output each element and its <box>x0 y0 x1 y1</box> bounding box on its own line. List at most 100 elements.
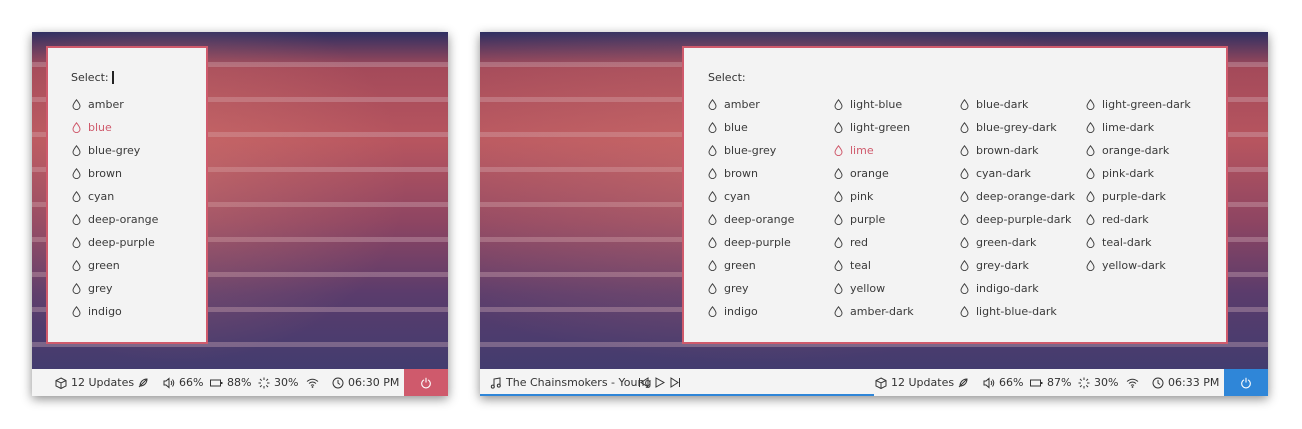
option-label: deep-purple <box>88 236 155 249</box>
option-red-dark[interactable]: red-dark <box>1086 213 1149 226</box>
option-label: amber-dark <box>850 305 914 318</box>
option-label: blue <box>88 121 112 134</box>
option-green[interactable]: green <box>72 259 120 272</box>
option-green-dark[interactable]: green-dark <box>960 236 1036 249</box>
option-orange-dark[interactable]: orange-dark <box>1086 144 1169 157</box>
drop-icon <box>960 145 969 156</box>
option-amber-dark[interactable]: amber-dark <box>834 305 914 318</box>
option-brown[interactable]: brown <box>72 167 122 180</box>
option-deep-purple[interactable]: deep-purple <box>708 236 791 249</box>
wifi-module[interactable] <box>1126 369 1143 396</box>
updates-module[interactable]: 12 Updates <box>875 369 954 396</box>
option-label: cyan <box>88 190 115 203</box>
option-amber[interactable]: amber <box>72 98 124 111</box>
left-status-bar: 12 Updates 66% 88% 30% 06:30 PM <box>32 369 448 396</box>
option-pink-dark[interactable]: pink-dark <box>1086 167 1154 180</box>
option-light-blue-dark[interactable]: light-blue-dark <box>960 305 1057 318</box>
clock-module[interactable]: 06:33 PM <box>1152 369 1219 396</box>
option-brown-dark[interactable]: brown-dark <box>960 144 1039 157</box>
cpu-module[interactable]: 30% <box>1078 369 1118 396</box>
option-blue-grey-dark[interactable]: blue-grey-dark <box>960 121 1057 134</box>
drop-icon <box>834 306 843 317</box>
option-brown[interactable]: brown <box>708 167 758 180</box>
drop-icon <box>708 191 717 202</box>
option-light-green[interactable]: light-green <box>834 121 910 134</box>
battery-module[interactable]: 87% <box>1030 369 1071 396</box>
option-label: deep-purple <box>724 236 791 249</box>
drop-icon <box>72 306 81 317</box>
option-red[interactable]: red <box>834 236 868 249</box>
option-purple-dark[interactable]: purple-dark <box>1086 190 1166 203</box>
clock-module[interactable]: 06:30 PM <box>332 369 399 396</box>
option-green[interactable]: green <box>708 259 756 272</box>
option-deep-orange-dark[interactable]: deep-orange-dark <box>960 190 1075 203</box>
volume-module[interactable]: 66% <box>163 369 203 396</box>
updates-module[interactable]: 12 Updates <box>55 369 134 396</box>
option-indigo-dark[interactable]: indigo-dark <box>960 282 1039 295</box>
drop-icon <box>72 283 81 294</box>
drop-icon <box>960 168 969 179</box>
option-grey-dark[interactable]: grey-dark <box>960 259 1029 272</box>
option-teal[interactable]: teal <box>834 259 871 272</box>
drop-icon <box>834 191 843 202</box>
option-deep-purple[interactable]: deep-purple <box>72 236 155 249</box>
option-indigo[interactable]: indigo <box>72 305 122 318</box>
option-cyan-dark[interactable]: cyan-dark <box>960 167 1031 180</box>
updates-label: 12 Updates <box>71 376 135 389</box>
drop-icon <box>1086 168 1095 179</box>
option-pink[interactable]: pink <box>834 190 873 203</box>
power-button[interactable] <box>404 369 448 396</box>
option-grey[interactable]: grey <box>72 282 113 295</box>
music-note-icon <box>490 376 501 389</box>
option-blue[interactable]: blue <box>72 121 112 134</box>
option-label: blue-grey <box>724 144 777 157</box>
option-purple[interactable]: purple <box>834 213 885 226</box>
option-label: amber <box>724 98 760 111</box>
option-grey[interactable]: grey <box>708 282 749 295</box>
option-blue-dark[interactable]: blue-dark <box>960 98 1028 111</box>
option-amber[interactable]: amber <box>708 98 760 111</box>
power-button[interactable] <box>1224 369 1268 396</box>
music-module[interactable]: The Chainsmokers - Young <box>490 369 651 396</box>
option-lime-dark[interactable]: lime-dark <box>1086 121 1154 134</box>
drop-icon <box>834 99 843 110</box>
select-prompt[interactable]: Select: <box>708 71 746 84</box>
next-icon <box>670 377 680 388</box>
option-label: grey <box>88 282 113 295</box>
play-icon <box>655 377 665 388</box>
option-light-blue[interactable]: light-blue <box>834 98 902 111</box>
option-yellow[interactable]: yellow <box>834 282 885 295</box>
option-blue-grey[interactable]: blue-grey <box>708 144 776 157</box>
power-icon <box>1241 377 1251 388</box>
option-yellow-dark[interactable]: yellow-dark <box>1086 259 1166 272</box>
option-blue-grey[interactable]: blue-grey <box>72 144 140 157</box>
previous-button[interactable] <box>638 369 653 396</box>
play-button[interactable] <box>654 369 669 396</box>
option-cyan[interactable]: cyan <box>72 190 114 203</box>
option-label: red <box>850 236 869 249</box>
cpu-module[interactable]: 30% <box>258 369 298 396</box>
option-cyan[interactable]: cyan <box>708 190 750 203</box>
option-teal-dark[interactable]: teal-dark <box>1086 236 1151 249</box>
option-deep-orange[interactable]: deep-orange <box>72 213 158 226</box>
editor-module[interactable] <box>137 369 153 396</box>
option-blue[interactable]: blue <box>708 121 748 134</box>
package-icon <box>55 376 67 389</box>
option-deep-orange[interactable]: deep-orange <box>708 213 794 226</box>
option-label: indigo <box>724 305 758 318</box>
option-deep-purple-dark[interactable]: deep-purple-dark <box>960 213 1071 226</box>
volume-module[interactable]: 66% <box>983 369 1023 396</box>
option-indigo[interactable]: indigo <box>708 305 758 318</box>
drop-icon <box>1086 260 1095 271</box>
next-button[interactable] <box>670 369 685 396</box>
option-label: deep-purple-dark <box>976 213 1072 226</box>
battery-module[interactable]: 88% <box>210 369 251 396</box>
select-prompt[interactable]: Select: <box>71 71 114 84</box>
clock-label: 06:30 PM <box>348 376 400 389</box>
option-light-green-dark[interactable]: light-green-dark <box>1086 98 1191 111</box>
wifi-module[interactable] <box>306 369 323 396</box>
option-orange[interactable]: orange <box>834 167 889 180</box>
option-lime[interactable]: lime <box>834 144 874 157</box>
editor-module[interactable] <box>957 369 973 396</box>
drop-icon <box>708 168 717 179</box>
